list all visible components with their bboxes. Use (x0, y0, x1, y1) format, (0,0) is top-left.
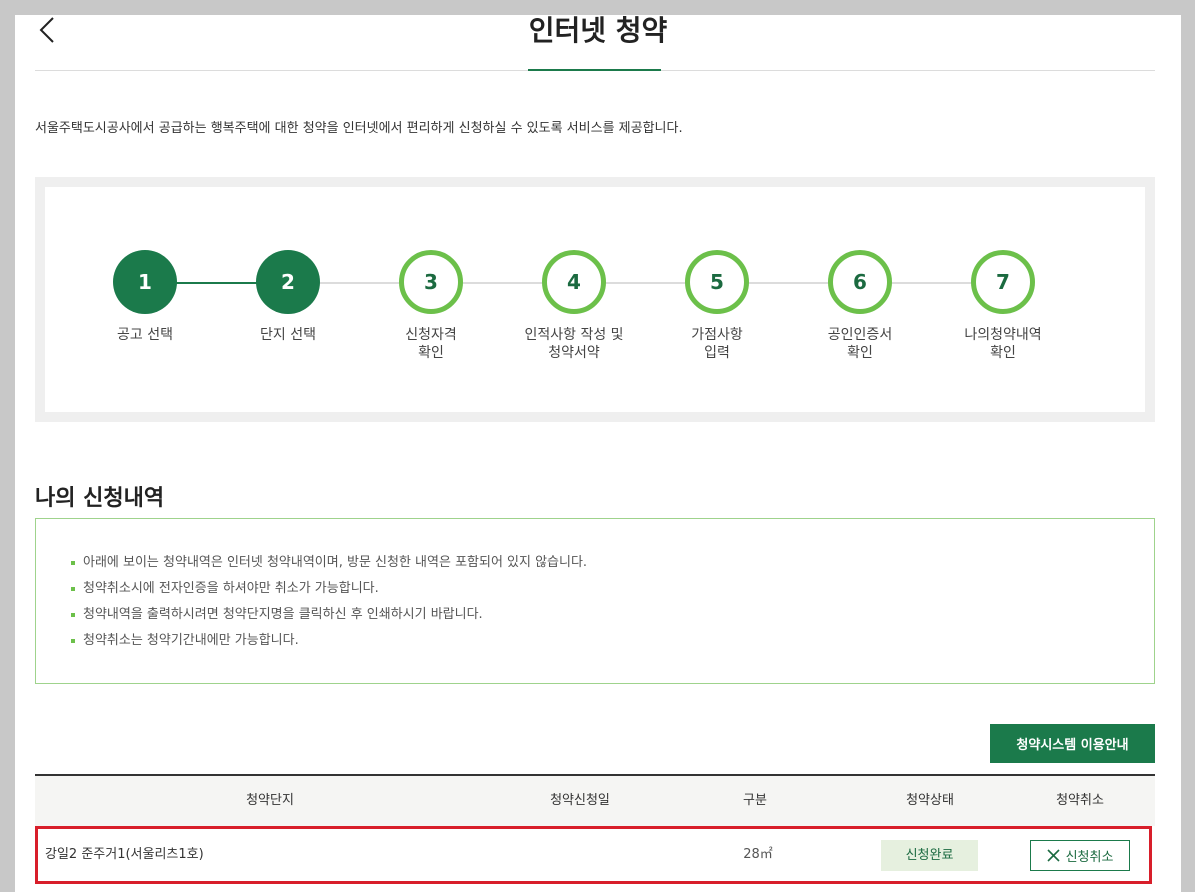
step-circle: 1 (113, 250, 177, 314)
column-header-status: 청약상태 (906, 793, 954, 808)
table-header: 청약단지 청약신청일 구분 청약상태 청약취소 (35, 774, 1155, 826)
page: 인터넷 청약 서울주택도시공사에서 공급하는 행복주택에 대한 청약을 인터넷에… (15, 15, 1181, 892)
step-label: 나의청약내역 확인 (964, 327, 1042, 361)
complex-name-link[interactable]: 강일2 준주거1(서울리츠1호) (45, 829, 204, 881)
bullet-icon (71, 587, 75, 591)
step-4: 4 인적사항 작성 및 청약서약 (504, 250, 644, 362)
notice-list: 아래에 보이는 청약내역은 인터넷 청약내역이며, 방문 신청한 내역은 포함되… (71, 550, 587, 654)
title-underline (528, 69, 661, 71)
system-guide-button[interactable]: 청약시스템 이용안내 (990, 724, 1155, 763)
bullet-icon (71, 561, 75, 565)
column-header-date: 청약신청일 (550, 793, 610, 808)
step-label: 단지 선택 (260, 327, 316, 343)
notice-box: 아래에 보이는 청약내역은 인터넷 청약내역이며, 방문 신청한 내역은 포함되… (35, 518, 1155, 684)
section-title: 나의 신청내역 (35, 486, 165, 511)
step-6: 6 공인인증서 확인 (790, 250, 930, 362)
step-circle: 6 (828, 250, 892, 314)
step-3: 3 신청자격 확인 (361, 250, 501, 362)
column-header-type: 구분 (743, 793, 767, 808)
notice-item: 청약취소는 청약기간내에만 가능합니다. (71, 628, 587, 654)
application-date (508, 829, 658, 881)
step-label: 인적사항 작성 및 청약서약 (524, 327, 624, 361)
step-label: 공고 선택 (117, 327, 173, 343)
step-circle: 5 (685, 250, 749, 314)
intro-text: 서울주택도시공사에서 공급하는 행복주택에 대한 청약을 인터넷에서 편리하게 … (35, 121, 683, 136)
bullet-icon (71, 613, 75, 617)
page-title: 인터넷 청약 (528, 15, 668, 47)
step-1: 1 공고 선택 (75, 250, 215, 344)
notice-item: 청약내역을 출력하시려면 청약단지명을 클릭하신 후 인쇄하시기 바랍니다. (71, 602, 587, 628)
step-2: 2 단지 선택 (218, 250, 358, 344)
steps-panel: 1 공고 선택 2 단지 선택 3 신청자격 확인 4 인적사항 작성 및 청약… (35, 177, 1155, 422)
step-label: 가점사항 입력 (691, 327, 743, 361)
column-header-cancel: 청약취소 (1056, 793, 1104, 808)
step-label: 신청자격 확인 (405, 327, 457, 361)
step-5: 5 가점사항 입력 (647, 250, 787, 362)
cancel-label: 신청취소 (1065, 850, 1114, 865)
table-row: 강일2 준주거1(서울리츠1호) 28㎡ 신청완료 신청취소 (35, 826, 1152, 884)
column-header-complex: 청약단지 (246, 793, 294, 808)
notice-item: 청약취소시에 전자인증을 하셔야만 취소가 가능합니다. (71, 576, 587, 602)
step-circle: 7 (971, 250, 1035, 314)
cancel-application-button[interactable]: 신청취소 (1030, 840, 1130, 871)
step-label: 공인인증서 확인 (827, 327, 893, 361)
unit-type: 28㎡ (743, 847, 773, 862)
status-badge: 신청완료 (881, 840, 978, 871)
bullet-icon (71, 639, 75, 643)
close-icon (1047, 849, 1060, 862)
step-circle: 4 (542, 250, 606, 314)
step-circle: 2 (256, 250, 320, 314)
notice-item: 아래에 보이는 청약내역은 인터넷 청약내역이며, 방문 신청한 내역은 포함되… (71, 550, 587, 576)
step-circle: 3 (399, 250, 463, 314)
steps-inner: 1 공고 선택 2 단지 선택 3 신청자격 확인 4 인적사항 작성 및 청약… (45, 187, 1145, 412)
step-7: 7 나의청약내역 확인 (933, 250, 1073, 362)
